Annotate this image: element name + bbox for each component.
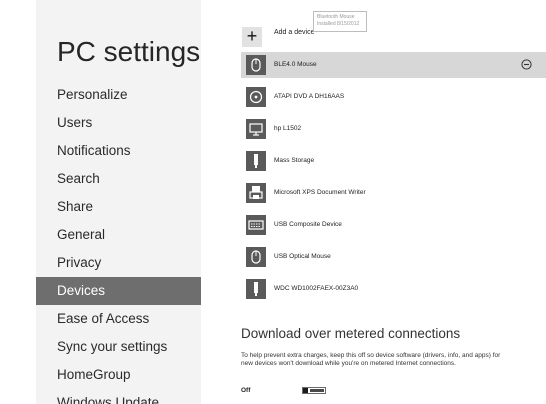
devices-panel: + Add a device Bluetooth Mouse Installed… [241, 0, 546, 404]
nav-item-personalize[interactable]: Personalize [36, 81, 201, 109]
sidebar: PC settings Personalize Users Notificati… [36, 0, 201, 404]
device-name: hp L1502 [274, 125, 302, 132]
metered-toggle-state: Off [241, 387, 251, 394]
usb-drive-icon [246, 279, 266, 299]
device-row-usb-mouse[interactable]: USB Optical Mouse [241, 244, 546, 270]
tooltip-installed-date: Installed 8/15/2012 [317, 21, 360, 27]
device-row-ble-mouse[interactable]: BLE4.0 Mouse [241, 52, 546, 78]
nav-item-windows-update[interactable]: Windows Update [36, 389, 201, 404]
settings-nav: Personalize Users Notifications Search S… [36, 81, 201, 404]
device-row-wdc-drive[interactable]: WDC WD1002FAEX-00Z3A0 [241, 276, 546, 302]
device-row-usb-composite[interactable]: USB Composite Device [241, 212, 546, 238]
add-device-label: Add a device [274, 29, 315, 36]
device-name: WDC WD1002FAEX-00Z3A0 [274, 285, 359, 292]
dvd-drive-icon [246, 87, 266, 107]
nav-item-share[interactable]: Share [36, 193, 201, 221]
remove-device-icon[interactable] [521, 59, 532, 70]
device-name: ATAPI DVD A DH16AAS [274, 93, 345, 100]
nav-item-general[interactable]: General [36, 221, 201, 249]
tooltip-title: Bluetooth Mouse [317, 14, 355, 20]
nav-item-ease-of-access[interactable]: Ease of Access [36, 305, 201, 333]
printer-icon [246, 183, 266, 203]
device-name: USB Optical Mouse [274, 253, 331, 260]
device-tooltip: Bluetooth Mouse Installed 8/15/2012 [313, 11, 367, 32]
nav-item-search[interactable]: Search [36, 165, 201, 193]
device-row-monitor[interactable]: hp L1502 [241, 116, 546, 142]
nav-item-privacy[interactable]: Privacy [36, 249, 201, 277]
metered-section-title: Download over metered connections [241, 326, 461, 341]
metered-toggle-switch[interactable] [302, 387, 326, 394]
nav-item-devices[interactable]: Devices [36, 277, 201, 305]
mouse-icon [246, 55, 266, 75]
toggle-thumb [303, 388, 308, 393]
metered-description: To help prevent extra charges, keep this… [241, 352, 501, 367]
nav-item-users[interactable]: Users [36, 109, 201, 137]
device-row-xps-writer[interactable]: Microsoft XPS Document Writer [241, 180, 546, 206]
device-name: USB Composite Device [274, 221, 342, 228]
device-row-dvd[interactable]: ATAPI DVD A DH16AAS [241, 84, 546, 110]
app-title: PC settings [57, 36, 201, 67]
device-name: Mass Storage [274, 157, 315, 164]
nav-item-homegroup[interactable]: HomeGroup [36, 361, 201, 389]
plus-icon: + [242, 27, 262, 47]
device-row-mass-storage[interactable]: Mass Storage [241, 148, 546, 174]
nav-item-sync-settings[interactable]: Sync your settings [36, 333, 201, 361]
keyboard-icon [246, 215, 266, 235]
device-name: Microsoft XPS Document Writer [274, 189, 366, 196]
usb-drive-icon [246, 151, 266, 171]
toggle-track [310, 389, 324, 392]
device-name: BLE4.0 Mouse [274, 61, 317, 68]
nav-item-notifications[interactable]: Notifications [36, 137, 201, 165]
add-device-button[interactable]: + Add a device [241, 27, 541, 51]
mouse-icon [246, 247, 266, 267]
monitor-icon [246, 119, 266, 139]
